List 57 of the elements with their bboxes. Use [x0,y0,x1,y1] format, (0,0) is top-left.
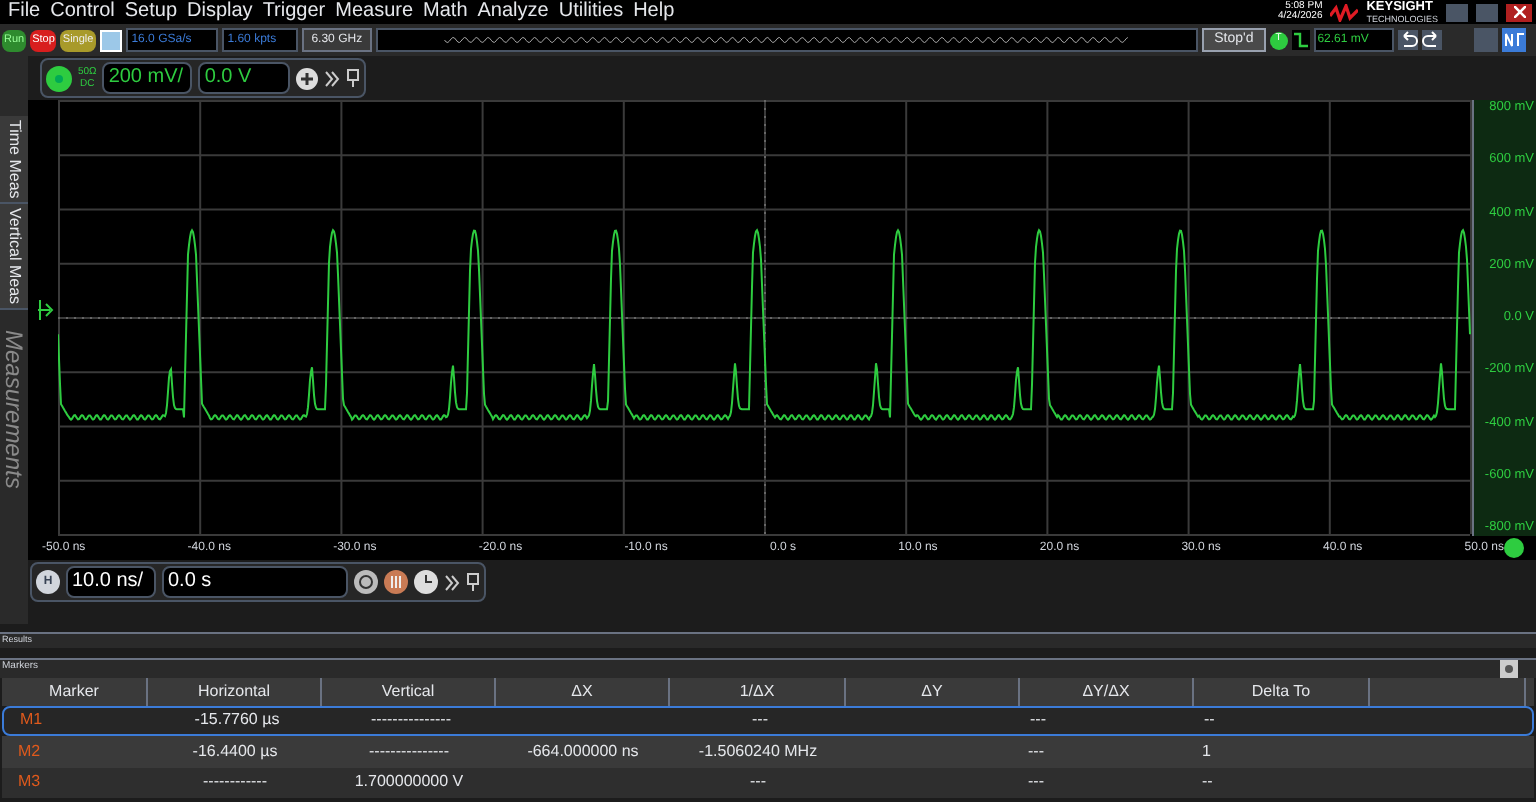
table-cell-text: --- [1026,739,1046,764]
trigger-edge-icon [1291,30,1310,50]
table-cell-text: --- [1026,770,1046,795]
menu-item[interactable]: Math [423,0,468,24]
menu-item[interactable]: Setup [124,0,178,24]
ground-marker-icon [36,298,54,322]
table-row[interactable]: M1 -15.7760 µs --------------- --- --- -- [2,705,1534,736]
table-cell-text: -664.000000 ns [525,739,641,764]
menu-item[interactable]: Help [633,0,675,24]
table-cell-text: 1 [1200,739,1213,764]
table-cell-text: --- [1028,708,1048,733]
menu-item[interactable]: Measure [335,0,414,24]
menu-item[interactable]: Utilities [558,0,624,24]
table-row[interactable]: M2 -16.4400 µs --------------- -664.000000 ns -1.5060240 MHz --- 1 [2,736,1534,767]
close-button[interactable] [1506,3,1532,21]
channel-badge-icon[interactable] [46,65,72,91]
zoom-icon[interactable] [354,570,378,594]
maximize-button[interactable] [1476,3,1498,21]
table-cell-text: -- [1200,770,1215,795]
table-cell-text: M1 [18,708,45,733]
table-cell-text: -1.5060240 MHz [696,739,820,764]
horizontal-scale-field[interactable]: 10.0 ns/ [66,566,156,598]
horizontal-position-field[interactable]: 0.0 s [162,566,348,598]
table-cell-text: 1.700000000 V [352,770,466,795]
chevron-icon[interactable] [444,573,460,591]
vertical-offset-field[interactable]: 0.0 V [198,62,291,94]
menu-item[interactable]: File [8,0,41,24]
table-cell-text: --------------- [367,739,451,764]
table-cell-text: M2 [16,739,43,764]
table-cell-text: ------------ [201,770,269,795]
autoscale-button[interactable] [99,29,122,51]
vertical-scale-field[interactable]: 200 mV/ [102,62,193,94]
undo-icon[interactable] [1397,30,1418,50]
table-cell-text: M3 [16,770,43,795]
menu-item[interactable]: Trigger [262,0,326,24]
table-cell-text: -- [1202,708,1217,733]
menu-item[interactable]: Display [187,0,253,24]
table-row[interactable]: M3 ------------ 1.700000000 V --- --- -- [2,767,1534,798]
logo-wave-icon [1330,3,1359,21]
layout-toggle-button[interactable] [1473,28,1498,52]
chevron-icon[interactable] [324,69,341,87]
table-cell-text: --- [748,770,768,795]
menu-item[interactable]: Analyze [477,0,549,24]
clock-icon[interactable] [414,570,438,594]
add-icon[interactable] [296,67,319,89]
pin-icon[interactable] [346,68,361,88]
close-icon [1513,6,1525,18]
segment-icon[interactable] [384,570,408,594]
table-cell-text: -15.7760 µs [192,708,282,733]
table-cell-text: --- [750,708,770,733]
pin-icon[interactable] [466,572,480,592]
table-cell-text: --------------- [369,708,453,733]
redo-icon[interactable] [1421,30,1442,50]
menu-item[interactable]: Control [50,0,115,24]
table-cell-text: -16.4400 µs [190,739,280,764]
side-tab[interactable]: Measurements [0,330,32,490]
minimize-button[interactable] [1446,3,1468,21]
